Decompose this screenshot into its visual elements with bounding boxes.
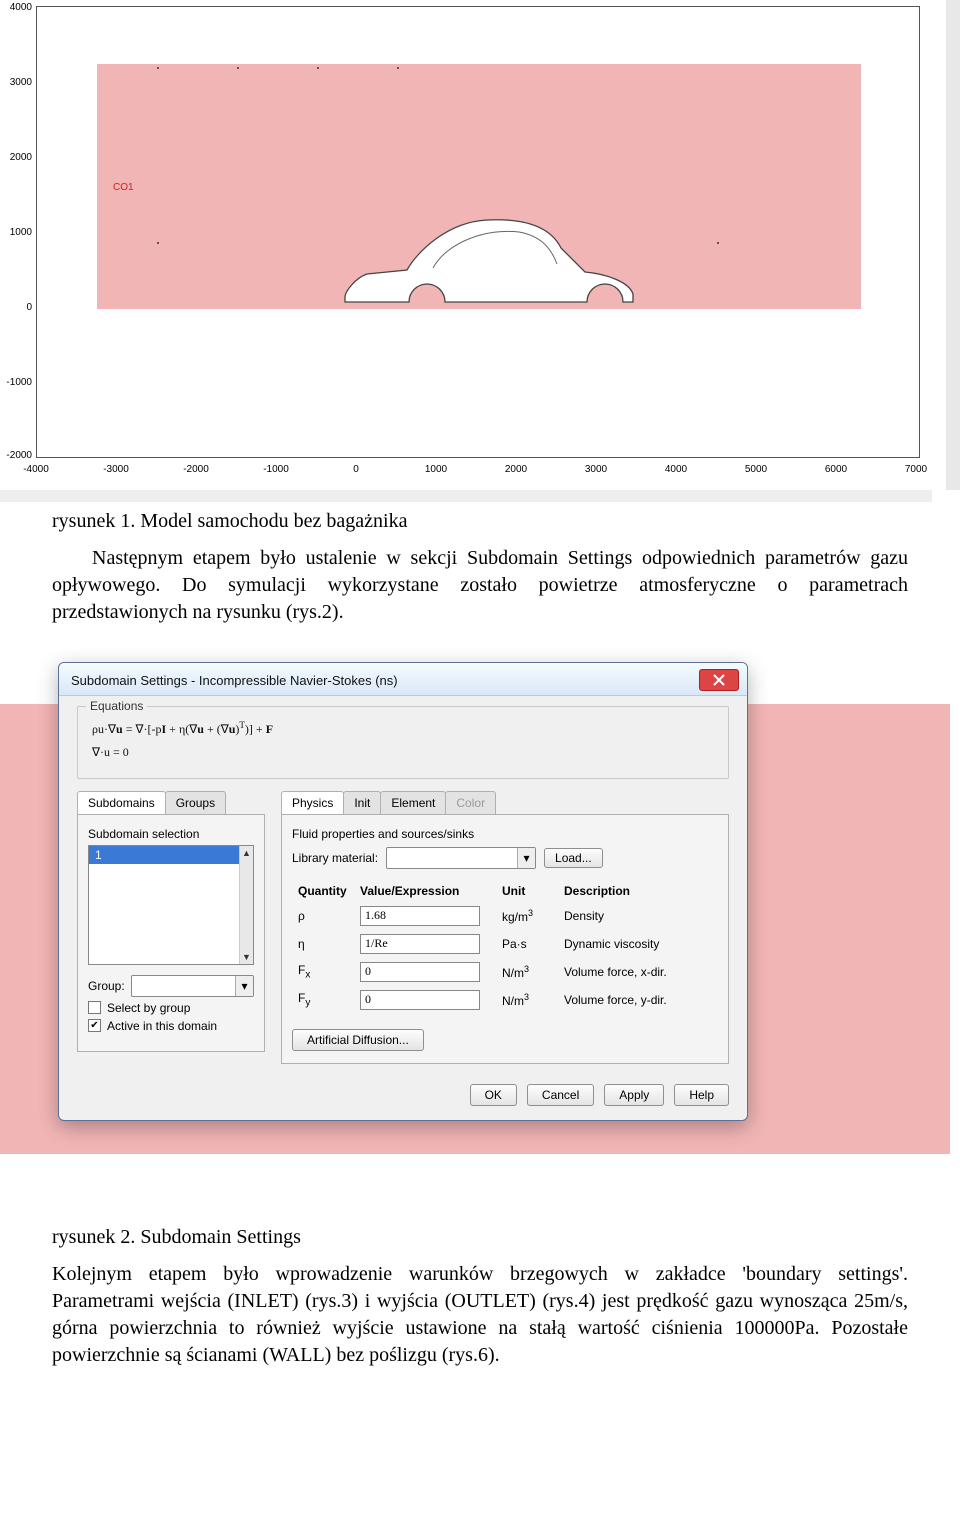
tab-element[interactable]: Element	[380, 791, 446, 814]
right-tabs: Physics Init Element Color	[281, 791, 729, 814]
viscosity-input[interactable]	[360, 934, 480, 954]
xtick: 7000	[905, 464, 927, 475]
unit-cell: N/m3	[498, 987, 558, 1013]
library-material-label: Library material:	[292, 851, 378, 865]
close-button[interactable]	[699, 669, 739, 691]
ytick: 4000	[0, 2, 32, 13]
artificial-diffusion-button[interactable]: Artificial Diffusion...	[292, 1029, 424, 1051]
group-label: Group:	[88, 979, 125, 993]
xtick: -2000	[183, 464, 209, 475]
subdomain-selection-label: Subdomain selection	[88, 827, 254, 841]
list-item[interactable]: 1	[89, 846, 253, 864]
xtick: -4000	[23, 464, 49, 475]
xtick: -3000	[103, 464, 129, 475]
density-input[interactable]	[360, 906, 480, 926]
col-unit: Unit	[498, 881, 558, 901]
plot-area: CO1	[36, 6, 920, 458]
close-icon	[712, 673, 726, 687]
unit-cell: N/m3	[498, 959, 558, 985]
xtick: -1000	[263, 464, 289, 475]
scrollbar-horizontal[interactable]	[0, 490, 932, 502]
quantity-cell: η	[294, 931, 354, 957]
scrollbar-vertical[interactable]: ▲ ▼	[239, 846, 253, 964]
col-description: Description	[560, 881, 716, 901]
chevron-down-icon[interactable]: ▼	[240, 950, 253, 964]
paragraph-1: Następnym etapem było ustalenie w sekcji…	[52, 545, 908, 626]
ytick: 3000	[0, 77, 32, 88]
xtick: 5000	[745, 464, 767, 475]
ytick: 2000	[0, 152, 32, 163]
car-silhouette-icon	[337, 202, 637, 317]
equation-2: ∇·u = 0	[92, 741, 714, 764]
force-x-input[interactable]	[360, 962, 480, 982]
desc-cell: Volume force, x-dir.	[560, 959, 716, 985]
equations-group: Equations ρu·∇u = ∇·[-pI + η(∇u + (∇u)T)…	[77, 706, 729, 779]
figure-2-area: Subdomain Settings - Incompressible Navi…	[0, 654, 960, 1194]
ytick: 1000	[0, 227, 32, 238]
desc-cell: Density	[560, 903, 716, 929]
load-button[interactable]: Load...	[544, 848, 603, 868]
fluid-props-header: Fluid properties and sources/sinks	[292, 827, 718, 841]
cancel-button[interactable]: Cancel	[527, 1084, 594, 1106]
force-y-input[interactable]	[360, 990, 480, 1010]
help-button[interactable]: Help	[674, 1084, 729, 1106]
apply-button[interactable]: Apply	[604, 1084, 664, 1106]
col-value: Value/Expression	[356, 881, 496, 901]
ok-button[interactable]: OK	[470, 1084, 517, 1106]
table-row: ρ kg/m3 Density	[294, 903, 716, 929]
chevron-up-icon[interactable]: ▲	[240, 846, 253, 860]
figure-1-caption: rysunek 1. Model samochodu bez bagażnika	[52, 508, 908, 535]
unit-cell: Pa·s	[498, 931, 558, 957]
ytick: -1000	[0, 377, 32, 388]
chevron-down-icon: ▾	[235, 976, 253, 996]
quantity-cell: Fy	[294, 987, 354, 1013]
tab-subdomains[interactable]: Subdomains	[77, 791, 166, 814]
equations-legend: Equations	[86, 699, 147, 713]
subdomain-listbox[interactable]: 1 ▲ ▼	[88, 845, 254, 965]
figure-2-caption: rysunek 2. Subdomain Settings	[52, 1224, 908, 1251]
chevron-down-icon: ▾	[517, 848, 535, 868]
left-tabs: Subdomains Groups	[77, 791, 265, 814]
tab-init[interactable]: Init	[343, 791, 381, 814]
checkbox-select-by-group[interactable]: Select by group	[88, 1001, 254, 1015]
col-quantity: Quantity	[294, 881, 354, 901]
unit-cell: kg/m3	[498, 903, 558, 929]
checkbox-active-in-domain[interactable]: ✔ Active in this domain	[88, 1019, 254, 1033]
tab-groups[interactable]: Groups	[165, 791, 226, 814]
figure-1-chart: 4000 3000 2000 1000 0 -1000 -2000 CO1	[0, 0, 960, 490]
checkbox-label: Select by group	[107, 1001, 190, 1015]
subdomain-settings-dialog: Subdomain Settings - Incompressible Navi…	[58, 662, 748, 1121]
ytick: -2000	[0, 450, 32, 461]
group-combo[interactable]: ▾	[131, 975, 254, 997]
xtick: 6000	[825, 464, 847, 475]
xtick: 1000	[425, 464, 447, 475]
xtick: 2000	[505, 464, 527, 475]
paragraph-2: Kolejnym etapem było wprowadzenie warunk…	[52, 1261, 908, 1369]
properties-table: Quantity Value/Expression Unit Descripti…	[292, 879, 718, 1015]
dialog-title: Subdomain Settings - Incompressible Navi…	[71, 673, 398, 688]
table-row: Fx N/m3 Volume force, x-dir.	[294, 959, 716, 985]
quantity-cell: Fx	[294, 959, 354, 985]
tab-color: Color	[445, 791, 496, 814]
checkbox-label: Active in this domain	[107, 1019, 217, 1033]
xtick: 3000	[585, 464, 607, 475]
library-material-combo[interactable]: ▾	[386, 847, 536, 869]
xtick: 4000	[665, 464, 687, 475]
quantity-cell: ρ	[294, 903, 354, 929]
desc-cell: Volume force, y-dir.	[560, 987, 716, 1013]
table-row: Fy N/m3 Volume force, y-dir.	[294, 987, 716, 1013]
table-row: η Pa·s Dynamic viscosity	[294, 931, 716, 957]
equation-1: ρu·∇u = ∇·[-pI + η(∇u + (∇u)T)] + F	[92, 717, 714, 741]
ytick: 0	[0, 302, 32, 313]
xtick: 0	[353, 464, 359, 475]
desc-cell: Dynamic viscosity	[560, 931, 716, 957]
checkbox-box	[88, 1001, 101, 1014]
region-label-co1: CO1	[113, 182, 134, 193]
checkbox-box: ✔	[88, 1019, 101, 1032]
tab-physics[interactable]: Physics	[281, 791, 344, 814]
